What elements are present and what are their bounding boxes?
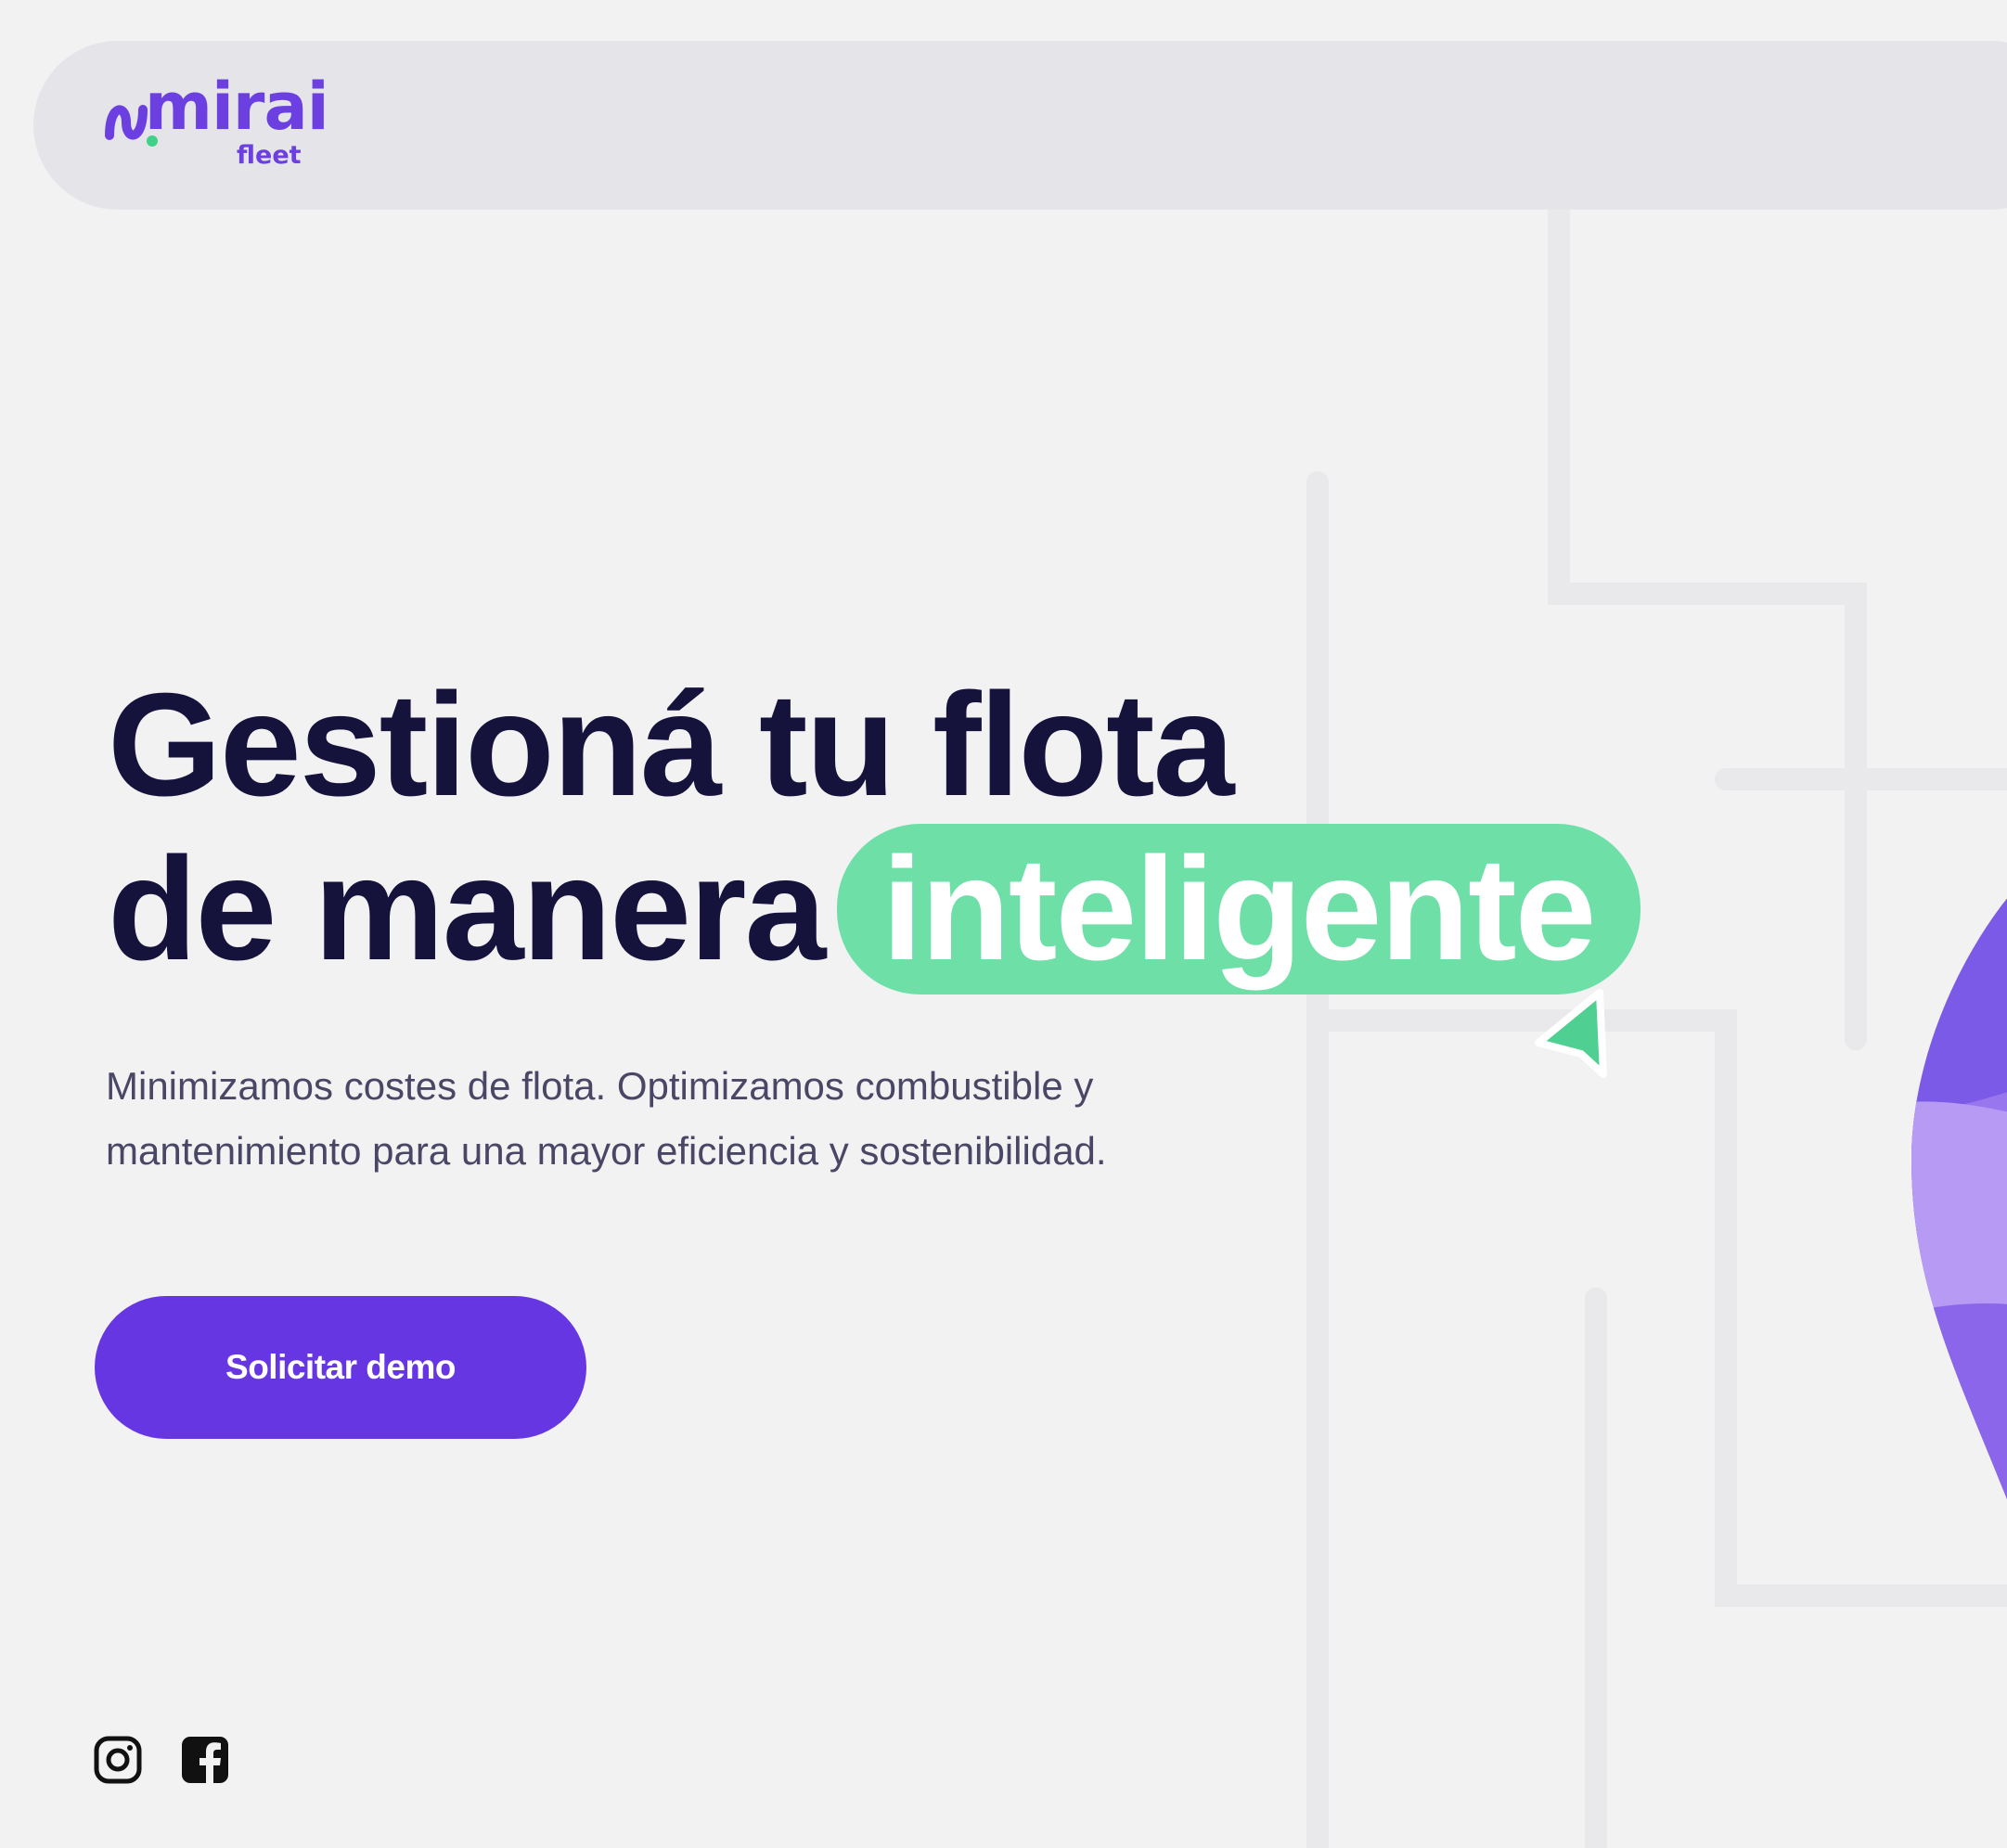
top-navbar — [33, 41, 2007, 210]
cursor-arrow-icon — [1535, 989, 1608, 1078]
facebook-link[interactable] — [180, 1735, 230, 1785]
headline-highlight-wrap: inteligente — [837, 824, 1641, 1078]
headline-line-1: Gestioná tu flota — [108, 663, 1235, 827]
hero-description-line-2: mantenimiento para una mayor eficiencia … — [106, 1129, 1107, 1173]
instagram-link[interactable] — [93, 1735, 143, 1785]
request-demo-button[interactable]: Solicitar demo — [95, 1296, 586, 1439]
landing-page: mirai fleet Gestioná tu flota de manera i… — [0, 0, 2007, 1848]
logo-subtext: fleet — [237, 141, 302, 170]
instagram-icon — [94, 1736, 142, 1784]
hero-headline: Gestioná tu flota de manera inteligente — [108, 663, 1759, 1078]
hero-description-line-1: Minimizamos costes de flota. Optimizamos… — [106, 1064, 1094, 1108]
brand-logo[interactable]: mirai fleet — [104, 74, 329, 173]
location-pin-illustration — [1911, 835, 2007, 1540]
facebook-icon — [182, 1737, 228, 1783]
headline-line-2-prefix: de manera — [108, 828, 826, 991]
headline-highlight: inteligente — [837, 824, 1641, 995]
social-links — [93, 1735, 230, 1785]
headline-line-2: de manera inteligente — [108, 824, 1759, 1078]
hero-description: Minimizamos costes de flota. Optimizamos… — [106, 1054, 1312, 1184]
logo-wordmark: mirai — [145, 69, 329, 145]
